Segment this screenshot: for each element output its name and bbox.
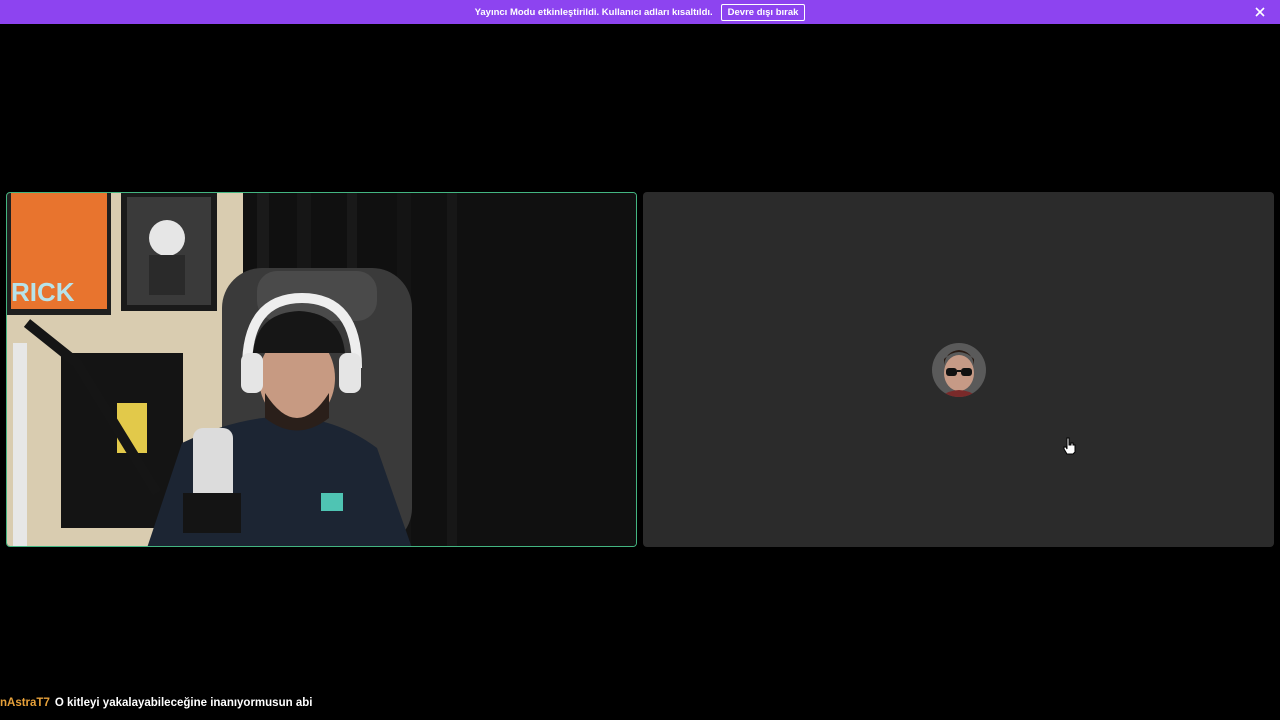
hand-cursor-icon (1063, 437, 1076, 455)
user-avatar[interactable] (932, 343, 986, 397)
stream-view: Yayıncı Modu etkinleştirildi. Kullanıcı … (0, 0, 1280, 720)
svg-text:RICK: RICK (11, 277, 75, 307)
webcam-video: RICK (7, 193, 636, 546)
disable-streamer-mode-button[interactable]: Devre dışı bırak (720, 3, 806, 21)
chat-message: nAstraT7 O kitleyi yakalayabileceğine ina… (0, 697, 312, 709)
chat-message-text: O kitleyi yakalayabileceğine inanıyormus… (54, 697, 313, 709)
close-icon[interactable] (1252, 4, 1268, 20)
chat-username: nAstraT7 (0, 697, 50, 709)
video-tile-camera[interactable]: RICK (6, 192, 637, 547)
streamer-mode-notice: Yayıncı Modu etkinleştirildi. Kullanıcı … (0, 0, 1280, 24)
notice-text: Yayıncı Modu etkinleştirildi. Kullanıcı … (474, 6, 713, 18)
